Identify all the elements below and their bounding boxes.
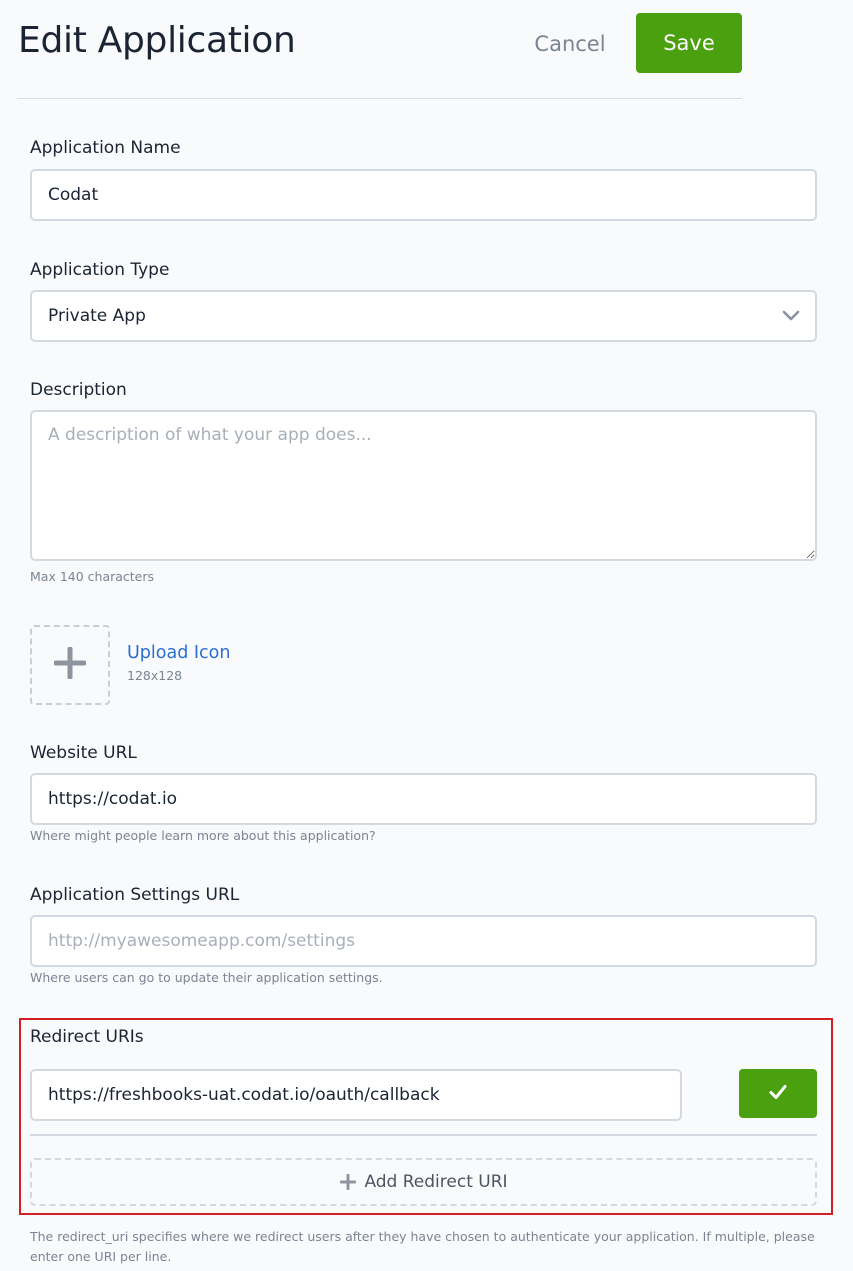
checkmark-icon bbox=[769, 1084, 787, 1103]
page-title: Edit Application bbox=[18, 20, 296, 61]
add-redirect-uri-label: Add Redirect URI bbox=[364, 1172, 508, 1192]
application-name-label: Application Name bbox=[30, 138, 181, 158]
plus-icon bbox=[339, 1173, 357, 1191]
website-url-input[interactable] bbox=[30, 773, 817, 825]
application-type-select[interactable]: Private App bbox=[30, 290, 817, 342]
application-type-selected-value: Private App bbox=[48, 306, 146, 326]
description-hint: Max 140 characters bbox=[30, 569, 155, 584]
page-header: Edit Application Cancel Save bbox=[0, 0, 760, 100]
redirect-uris-divider bbox=[30, 1134, 817, 1136]
settings-url-hint: Where users can go to update their appli… bbox=[30, 970, 383, 985]
settings-url-label: Application Settings URL bbox=[30, 885, 240, 905]
redirect-uris-label: Redirect URIs bbox=[30, 1027, 144, 1047]
description-textarea[interactable] bbox=[30, 410, 817, 561]
header-divider bbox=[17, 98, 742, 99]
save-button[interactable]: Save bbox=[636, 13, 742, 73]
chevron-down-icon bbox=[781, 306, 801, 326]
application-type-label: Application Type bbox=[30, 260, 170, 280]
redirect-uris-hint: The redirect_uri specifies where we redi… bbox=[30, 1229, 815, 1264]
application-name-input[interactable] bbox=[30, 169, 817, 221]
website-url-label: Website URL bbox=[30, 743, 137, 763]
website-url-hint: Where might people learn more about this… bbox=[30, 828, 376, 843]
add-redirect-uri-button[interactable]: Add Redirect URI bbox=[30, 1158, 817, 1206]
confirm-redirect-uri-button[interactable] bbox=[739, 1069, 817, 1118]
redirect-uri-input[interactable] bbox=[30, 1069, 682, 1121]
plus-icon bbox=[52, 645, 88, 685]
upload-icon-dropzone[interactable] bbox=[30, 625, 110, 705]
cancel-button[interactable]: Cancel bbox=[520, 24, 620, 64]
upload-icon-size: 128x128 bbox=[127, 668, 183, 683]
description-label: Description bbox=[30, 380, 127, 400]
settings-url-input[interactable] bbox=[30, 915, 817, 967]
upload-icon-link[interactable]: Upload Icon bbox=[127, 643, 230, 663]
